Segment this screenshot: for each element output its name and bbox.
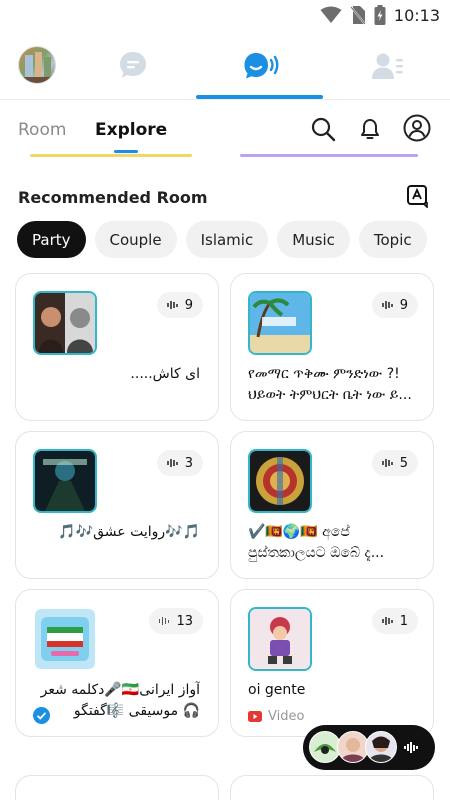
sound-wave-icon xyxy=(382,459,393,467)
room-card[interactable]: 5 ✔️🇱🇰🌍🇱🇰 අපේ පුස්තකාලයට ඔබේ දැ... xyxy=(230,431,434,579)
participant-avatar xyxy=(365,731,397,763)
chip-music[interactable]: Music xyxy=(277,221,350,258)
banner-strip-left xyxy=(30,154,192,157)
verified-badge-icon xyxy=(33,707,50,724)
listener-count-value: 1 xyxy=(399,613,408,629)
room-title: የመማር ጥቅሙ ምንድነው ?! ህይወት ትምህርት ቤት ነው ይ... xyxy=(248,366,412,403)
room-thumbnail xyxy=(33,607,97,671)
category-chips: Party Couple Islamic Music Topic xyxy=(17,221,427,258)
listener-count: 13 xyxy=(148,608,203,634)
room-card[interactable]: 13 آواز ایرانی🇮🇷🎤دکلمه شعر🎧 موسیقی 🎼گفتگ… xyxy=(15,589,219,737)
room-tag-label: Video xyxy=(268,709,305,724)
listener-count: 9 xyxy=(372,292,418,318)
listener-count-value: 3 xyxy=(184,455,193,471)
sound-wave-icon xyxy=(382,301,393,309)
room-card[interactable]: 9 የመማር ጥቅሙ ምንድነው ?! ህይወት ትምህርት ቤት ነው ይ..… xyxy=(230,273,434,421)
translate-icon[interactable] xyxy=(406,184,430,208)
chip-islamic[interactable]: Islamic xyxy=(185,221,269,258)
contacts-icon[interactable] xyxy=(372,52,404,80)
room-card[interactable]: 1 oi gente Video xyxy=(230,589,434,737)
chip-topic[interactable]: Topic xyxy=(358,221,427,258)
tab-explore[interactable]: Explore xyxy=(95,120,167,140)
active-nav-indicator xyxy=(196,95,323,99)
top-navigation xyxy=(0,40,450,100)
listener-count-value: 5 xyxy=(399,455,408,471)
listener-count-value: 9 xyxy=(399,297,408,313)
listener-count: 1 xyxy=(372,608,418,634)
sound-wave-icon xyxy=(382,617,393,625)
room-title: آواز ایرانی🇮🇷🎤دکلمه شعر🎧 موسیقی 🎼گفتگو xyxy=(40,682,200,719)
sound-wave-icon xyxy=(167,301,178,309)
room-thumbnail xyxy=(248,449,312,513)
section-title: Recommended Room xyxy=(18,188,208,207)
banner-strip-right xyxy=(240,154,418,157)
sound-wave-icon xyxy=(404,742,418,753)
search-icon[interactable] xyxy=(310,116,336,142)
notification-bell-icon[interactable] xyxy=(357,116,383,142)
room-thumbnail xyxy=(248,607,312,671)
room-title: oi gente xyxy=(248,682,306,698)
room-thumbnail xyxy=(33,449,97,513)
profile-avatar[interactable] xyxy=(18,46,56,84)
sound-wave-icon xyxy=(158,617,170,625)
chat-bubble-icon[interactable] xyxy=(118,50,148,80)
room-card[interactable]: 9 ای کاش..... xyxy=(15,273,219,421)
status-bar: 10:13 xyxy=(0,0,450,32)
room-card[interactable] xyxy=(15,775,219,800)
room-thumbnail xyxy=(33,291,97,355)
room-explore-tabs: Room Explore xyxy=(0,100,450,156)
mini-room-player[interactable] xyxy=(303,725,435,770)
status-time: 10:13 xyxy=(393,5,440,25)
tab-explore-indicator xyxy=(114,150,138,153)
room-card[interactable] xyxy=(230,775,434,800)
chip-party[interactable]: Party xyxy=(17,221,86,258)
battery-icon xyxy=(374,5,386,25)
room-title: 🎵🎶روایت عشق🎶🎵 xyxy=(58,524,200,540)
listener-count-value: 13 xyxy=(176,613,193,629)
listener-count: 3 xyxy=(157,450,203,476)
room-title: ای کاش..... xyxy=(130,366,200,382)
wifi-icon xyxy=(320,6,342,23)
listener-count: 9 xyxy=(157,292,203,318)
no-sim-icon xyxy=(350,6,366,25)
chip-couple[interactable]: Couple xyxy=(94,221,177,258)
live-room-icon[interactable] xyxy=(243,51,279,81)
listener-count: 5 xyxy=(372,450,418,476)
room-card[interactable]: 3 🎵🎶روایت عشق🎶🎵 xyxy=(15,431,219,579)
video-icon xyxy=(248,711,262,722)
room-tag: Video xyxy=(248,709,304,724)
room-title: ✔️🇱🇰🌍🇱🇰 අපේ පුස්තකාලයට ඔබේ දැ... xyxy=(248,524,385,561)
tab-room[interactable]: Room xyxy=(18,120,66,140)
my-profile-icon[interactable] xyxy=(403,114,431,142)
listener-count-value: 9 xyxy=(184,297,193,313)
room-thumbnail xyxy=(248,291,312,355)
sound-wave-icon xyxy=(167,459,178,467)
